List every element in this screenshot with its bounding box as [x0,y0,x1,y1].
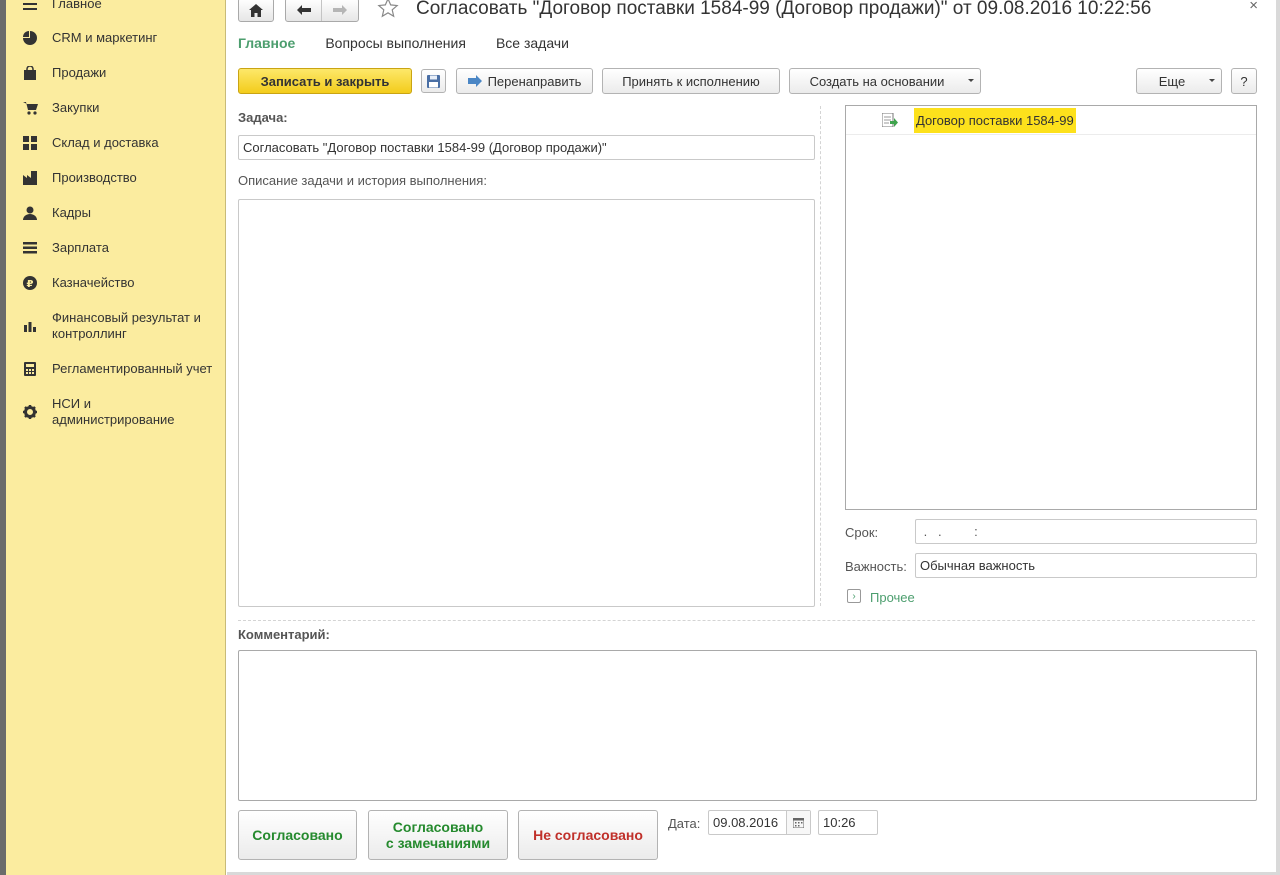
sidebar-item-label: Казначейство [52,275,135,290]
gear-icon [22,404,38,420]
chevron-right-icon[interactable]: › [847,589,861,603]
more-button[interactable]: Еще [1136,68,1222,94]
lines-icon [22,240,38,256]
sidebar-item-label: Продажи [52,65,107,80]
document-icon [881,112,898,130]
calculator-icon [22,361,38,377]
shopping-bag-icon [22,65,38,81]
forward-button[interactable] [322,0,358,21]
redirect-label: Перенаправить [487,73,582,89]
redirect-button[interactable]: Перенаправить [456,68,593,94]
sidebar-item-main[interactable]: Главное [6,0,226,12]
deadline-field[interactable]: . . : [915,519,1257,544]
task-field[interactable]: Согласовать "Договор поставки 1584-99 (Д… [238,135,815,160]
save-button[interactable] [421,69,446,93]
tab-all-tasks[interactable]: Все задачи [496,35,569,51]
date-label: Дата: [668,816,701,831]
home-button[interactable] [238,0,274,22]
approve-remarks-line1: Согласовано [392,819,484,835]
sidebar-item-label: Производство [52,170,137,185]
tree-row[interactable]: Договор поставки 1584-99 [846,106,1256,135]
history-nav [285,0,359,22]
sidebar-item-hr[interactable]: Кадры [6,205,226,221]
description-textarea[interactable] [238,199,815,607]
arrow-right-icon [333,5,347,15]
save-close-button[interactable]: Записать и закрыть [238,68,412,94]
sidebar-item-admin[interactable]: НСИ и администрирование [6,396,226,428]
deadline-label: Срок: [845,525,879,540]
other-link[interactable]: Прочее [870,590,915,605]
pie-chart-icon [22,30,38,46]
sidebar-item-salary[interactable]: Зарплата [6,240,226,256]
person-icon [22,205,38,221]
approve-with-remarks-button[interactable]: Согласовано с замечаниями [368,810,508,860]
grid-icon [22,135,38,151]
menu-icon [22,0,38,12]
factory-icon [22,170,38,186]
importance-label: Важность: [845,559,907,574]
tab-main[interactable]: Главное [238,35,295,51]
sidebar-item-label: Зарплата [52,240,109,255]
home-icon [249,3,263,17]
star-icon[interactable] [377,0,399,22]
divider [820,106,821,606]
close-icon[interactable]: × [1249,0,1258,14]
more-label: Еще [1158,73,1186,89]
sidebar-item-label: НСИ и администрирование [52,396,175,427]
floppy-icon [427,74,440,88]
sidebar-item-purchases[interactable]: Закупки [6,100,226,116]
create-based-label: Создать на основании [809,73,945,89]
back-button[interactable] [286,0,322,21]
sidebar-item-label: Главное [52,0,102,11]
sidebar-item-label: Кадры [52,205,91,220]
svg-text:₽: ₽ [27,279,34,290]
sidebar-item-crm[interactable]: CRM и маркетинг [6,30,226,46]
comment-textarea[interactable] [238,650,1257,801]
sidebar-item-label: Закупки [52,100,100,115]
sidebar-item-label: Регламентированный учет [52,361,213,376]
calendar-icon [793,817,804,828]
tab-bar: Главное Вопросы выполнения Все задачи [238,35,599,51]
bar-chart-icon [22,318,38,334]
tree-item-label: Договор поставки 1584-99 [914,108,1076,133]
main-panel: Согласовать "Договор поставки 1584-99 (Д… [227,0,1280,875]
help-button[interactable]: ? [1231,68,1257,94]
accept-button[interactable]: Принять к исполнению [602,68,780,94]
description-label: Описание задачи и история выполнения: [238,173,487,188]
sidebar-item-label: Финансовый результат и контроллинг [52,310,201,341]
page-title: Согласовать "Договор поставки 1584-99 (Д… [416,0,1152,19]
sidebar-item-regulated[interactable]: Регламентированный учет [6,361,226,377]
arrow-left-icon [296,5,311,15]
cart-icon [22,100,38,116]
sidebar-item-finance[interactable]: Финансовый результат и контроллинг [6,310,226,342]
redirect-arrow-icon [467,75,482,87]
chevron-down-icon [968,79,974,82]
comment-label: Комментарий: [238,627,330,642]
window-edge [1276,0,1280,875]
sidebar-item-label: Склад и доставка [52,135,159,150]
sidebar-item-treasury[interactable]: ₽ Казначейство [6,275,226,291]
approve-remarks-line2: с замечаниями [385,835,491,851]
chevron-down-icon [1209,79,1215,82]
sidebar: Главное CRM и маркетинг Продажи Закупки … [6,0,226,875]
sidebar-item-production[interactable]: Производство [6,170,226,186]
divider [238,620,1255,621]
sidebar-item-label: CRM и маркетинг [52,30,158,45]
calendar-button[interactable] [786,811,810,834]
create-based-button[interactable]: Создать на основании [789,68,981,94]
sidebar-item-sales[interactable]: Продажи [6,65,226,81]
approve-button[interactable]: Согласовано [238,810,357,860]
ruble-icon: ₽ [22,275,38,291]
reject-button[interactable]: Не согласовано [518,810,658,860]
tab-execution-questions[interactable]: Вопросы выполнения [325,35,466,51]
sidebar-item-warehouse[interactable]: Склад и доставка [6,135,226,151]
task-label: Задача: [238,110,288,125]
subject-tree[interactable]: Договор поставки 1584-99 [845,105,1257,510]
time-field[interactable]: 10:26 [818,810,878,835]
importance-field[interactable]: Обычная важность [915,553,1257,578]
